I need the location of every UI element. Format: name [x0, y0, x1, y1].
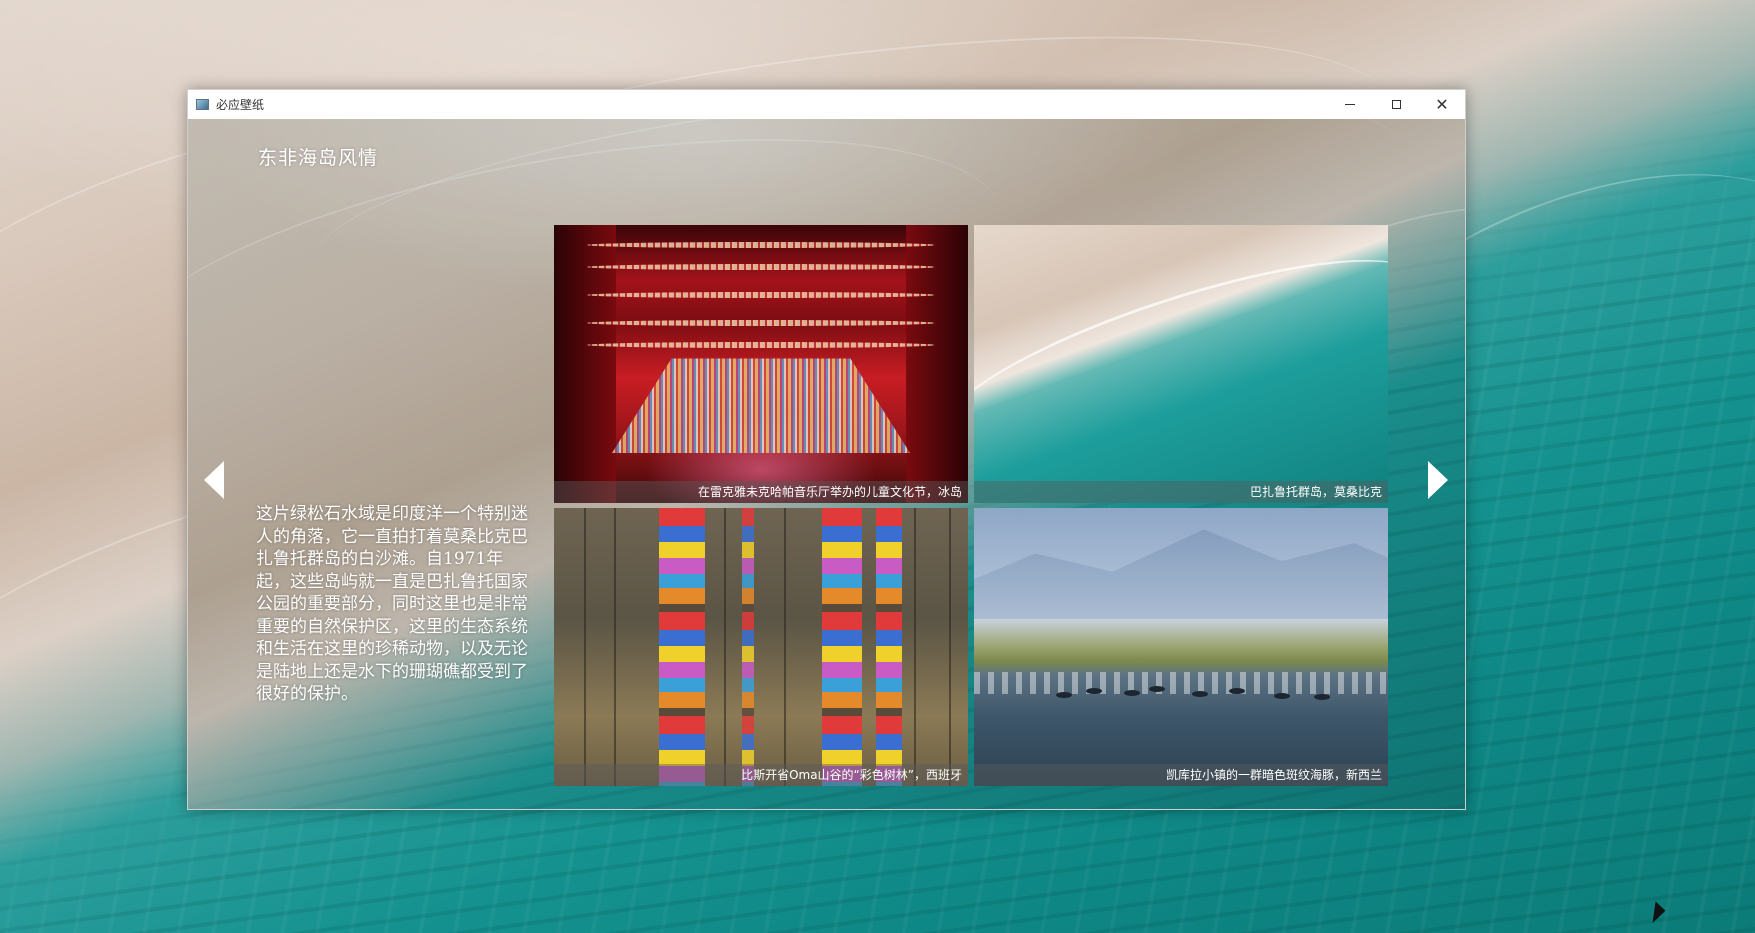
gallery-item[interactable]: 比斯开省Oma山谷的“彩色树林”，西班牙 — [554, 508, 968, 786]
gallery-item[interactable]: 在雷克雅未克哈帕音乐厅举办的儿童文化节，冰岛 — [554, 225, 968, 503]
island-aerial-image — [974, 225, 1388, 503]
painted-forest-image — [554, 508, 968, 786]
close-button[interactable]: ✕ — [1419, 90, 1465, 119]
dolphins-image — [974, 508, 1388, 786]
minimize-icon — [1345, 104, 1355, 105]
maximize-icon — [1391, 100, 1401, 109]
wallpaper-heading: 东非海岛风情 — [258, 147, 379, 169]
wallpaper-view: 东非海岛风情 这片绿松石水域是印度洋一个特别迷人的角落，它一直拍打着莫桑比克巴扎… — [188, 119, 1465, 809]
wallpaper-description: 这片绿松石水域是印度洋一个特别迷人的角落，它一直拍打着莫桑比克巴扎鲁托群岛的白沙… — [256, 504, 528, 704]
minimize-button[interactable] — [1327, 90, 1373, 119]
close-icon: ✕ — [1435, 94, 1449, 114]
gallery-item[interactable]: 凯库拉小镇的一群暗色斑纹海豚，新西兰 — [974, 508, 1388, 786]
maximize-button[interactable] — [1373, 90, 1419, 119]
gallery-item[interactable]: 巴扎鲁托群岛，莫桑比克 — [974, 225, 1388, 503]
gallery-caption: 凯库拉小镇的一群暗色斑纹海豚，新西兰 — [974, 764, 1388, 786]
app-icon — [196, 99, 209, 110]
window-title: 必应壁纸 — [216, 98, 265, 112]
app-window: 必应壁纸 ✕ 东非海岛风情 这片绿松石水域是印度洋一个特别迷人的角落，它一直拍打… — [187, 89, 1466, 810]
chevron-right-icon[interactable] — [1428, 461, 1448, 499]
gallery-caption: 巴扎鲁托群岛，莫桑比克 — [974, 481, 1388, 503]
concert-hall-image — [554, 225, 968, 503]
gallery-caption: 在雷克雅未克哈帕音乐厅举办的儿童文化节，冰岛 — [554, 481, 968, 503]
title-bar[interactable]: 必应壁纸 ✕ — [188, 90, 1465, 119]
window-controls: ✕ — [1327, 90, 1465, 119]
gallery-caption: 比斯开省Oma山谷的“彩色树林”，西班牙 — [554, 764, 968, 786]
chevron-left-icon[interactable] — [204, 461, 224, 499]
